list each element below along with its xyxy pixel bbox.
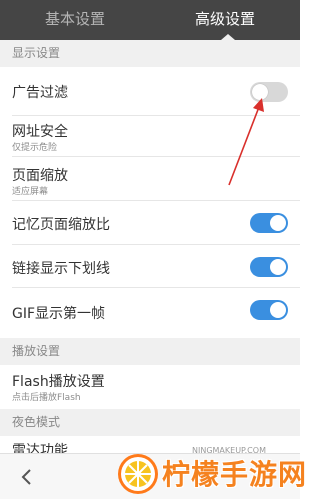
section-header-playback: 播放设置 (0, 338, 300, 365)
section-header-display: 显示设置 (0, 40, 300, 67)
setting-row-ad-filter[interactable]: 广告过滤 (0, 67, 300, 116)
section-header-night-mode: 夜色模式 (0, 409, 300, 436)
setting-title: Flash播放设置 (12, 374, 105, 390)
setting-title: 页面缩放 (12, 168, 68, 184)
toggle-knob (270, 259, 286, 275)
setting-title: 广告过滤 (12, 85, 68, 101)
setting-row-gif-first-frame[interactable]: GIF显示第一帧 (0, 288, 300, 338)
ad-filter-toggle[interactable] (250, 82, 288, 102)
setting-row-remember-zoom[interactable]: 记忆页面缩放比 (0, 201, 300, 245)
setting-subtitle: 点击后播放Flash (12, 393, 81, 403)
setting-subtitle: 适应屏幕 (12, 187, 49, 197)
setting-subtitle: 仅提示危险 (12, 143, 58, 153)
chevron-left-icon[interactable] (18, 468, 36, 486)
toggle-knob (270, 302, 286, 318)
gif-first-frame-toggle[interactable] (250, 300, 288, 320)
setting-row-flash-playback[interactable]: Flash播放设置 点击后播放Flash (0, 365, 300, 409)
tab-basic-settings[interactable]: 基本设置 (0, 0, 150, 40)
watermark-text: 柠檬手游网 (162, 458, 308, 491)
watermark: NINGMAKEUP.COM 柠檬手游网 (110, 444, 306, 499)
setting-title: GIF显示第一帧 (12, 306, 106, 322)
setting-title: 记忆页面缩放比 (12, 217, 110, 233)
remember-zoom-toggle[interactable] (250, 213, 288, 233)
setting-row-page-zoom[interactable]: 页面缩放 适应屏幕 (0, 157, 300, 201)
setting-row-link-underline[interactable]: 链接显示下划线 (0, 245, 300, 288)
setting-title: 链接显示下划线 (12, 261, 110, 277)
setting-row-url-security[interactable]: 网址安全 仅提示危险 (0, 116, 300, 157)
toggle-knob (270, 215, 286, 231)
setting-title: 网址安全 (12, 124, 68, 140)
tab-bar: 基本设置 高级设置 (0, 0, 300, 40)
link-underline-toggle[interactable] (250, 257, 288, 277)
toggle-knob (252, 84, 268, 100)
lemon-logo-icon (118, 454, 158, 494)
